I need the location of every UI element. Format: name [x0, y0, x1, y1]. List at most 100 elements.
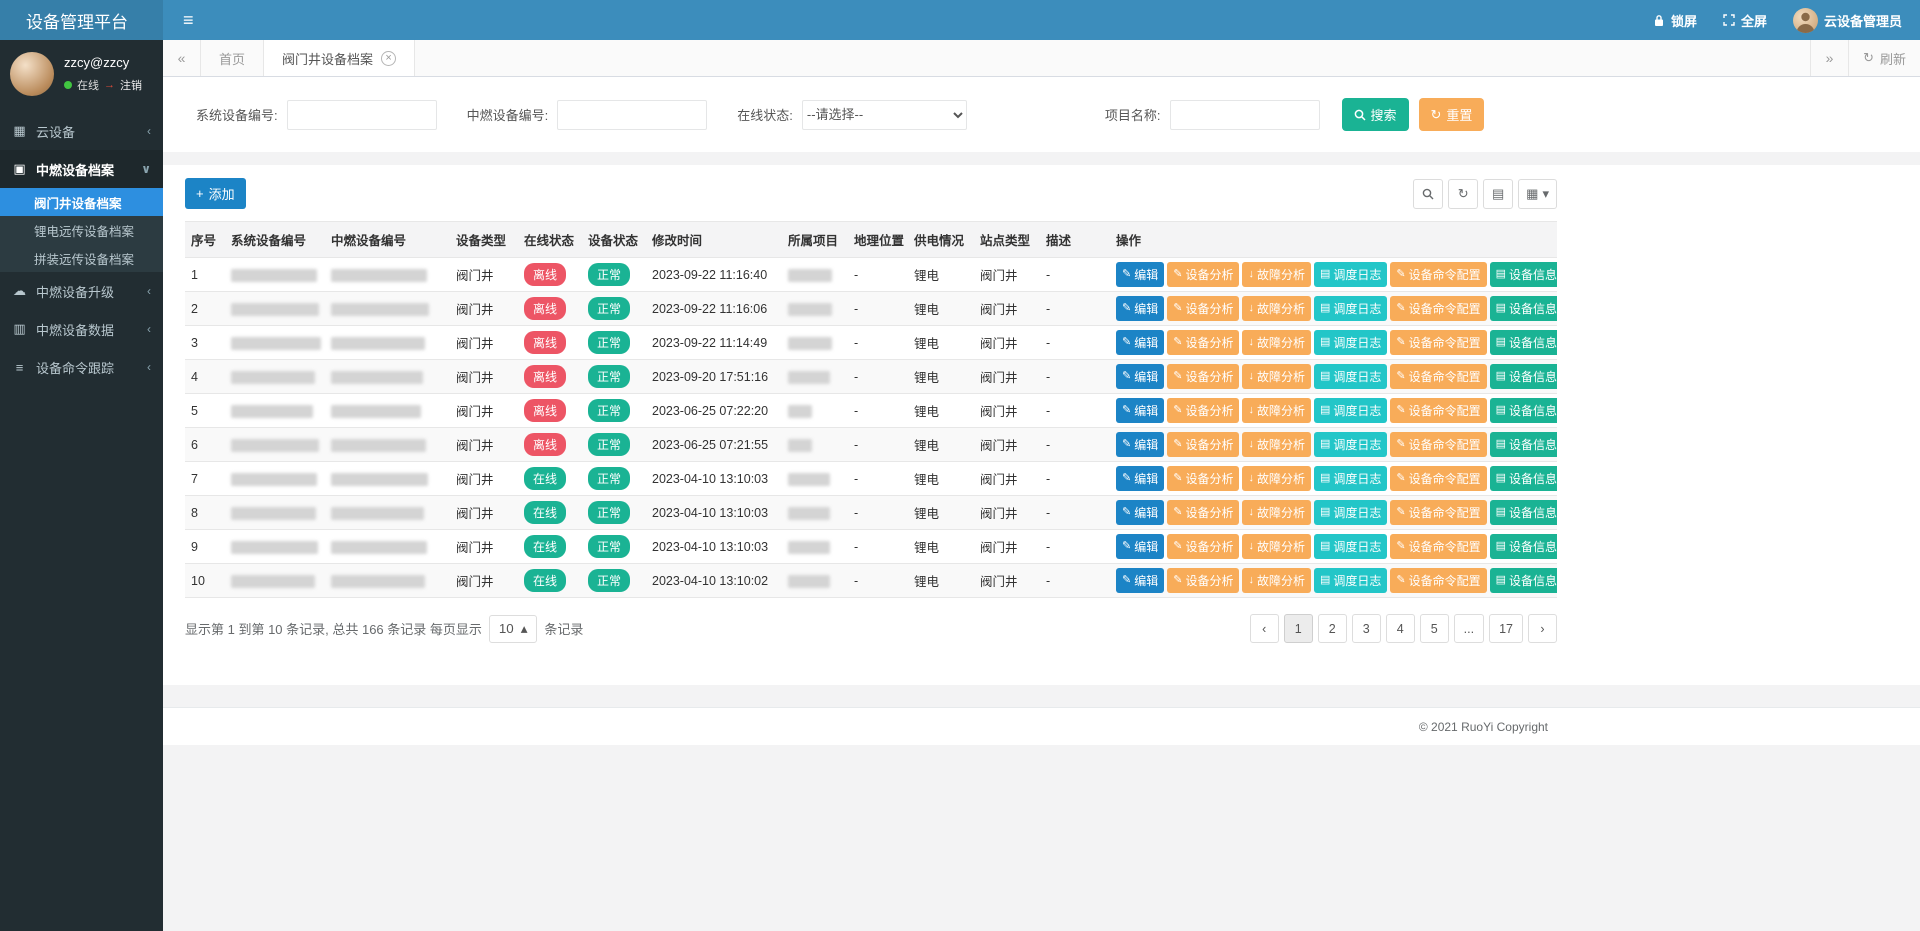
refresh-tab-button[interactable]: ↻ 刷新 [1848, 40, 1920, 76]
device-info-button[interactable]: ▤设备信息 [1490, 262, 1557, 287]
page-size-button[interactable]: 10 ▴ [489, 615, 538, 643]
device-command-config-button[interactable]: ✎设备命令配置 [1390, 500, 1486, 525]
device-command-config-button[interactable]: ✎设备命令配置 [1390, 262, 1486, 287]
fault-analysis-button[interactable]: ↓故障分析 [1242, 296, 1311, 321]
device-command-config-button[interactable]: ✎设备命令配置 [1390, 330, 1486, 355]
device-command-config-button[interactable]: ✎设备命令配置 [1390, 466, 1486, 491]
device-command-config-button[interactable]: ✎设备命令配置 [1390, 398, 1486, 423]
toggle-view-button[interactable]: ▤ [1483, 179, 1513, 209]
search-button[interactable]: 搜索 [1342, 98, 1409, 131]
fault-analysis-button[interactable]: ↓故障分析 [1242, 364, 1311, 389]
device-info-button[interactable]: ▤设备信息 [1490, 534, 1557, 559]
dispatch-log-button[interactable]: ▤调度日志 [1314, 500, 1387, 525]
sidebar-item[interactable]: ▣中燃设备档案∨ [0, 150, 163, 188]
prev-page-button[interactable]: ‹ [1250, 614, 1279, 643]
fault-analysis-button[interactable]: ↓故障分析 [1242, 432, 1311, 457]
device-analysis-button[interactable]: ✎设备分析 [1167, 534, 1239, 559]
tab-home[interactable]: 首页 [201, 40, 264, 76]
sidebar-item[interactable]: ▦云设备‹ [0, 112, 163, 150]
sidebar-item[interactable]: ▥中燃设备数据‹ [0, 310, 163, 348]
dispatch-log-button[interactable]: ▤调度日志 [1314, 568, 1387, 593]
cn-device-id-input[interactable] [557, 100, 707, 130]
edit-button[interactable]: ✎编辑 [1116, 432, 1164, 457]
fault-analysis-button[interactable]: ↓故障分析 [1242, 262, 1311, 287]
search-toggle-button[interactable] [1413, 179, 1443, 209]
dispatch-log-button[interactable]: ▤调度日志 [1314, 296, 1387, 321]
sidebar-item[interactable]: ☁中燃设备升级‹ [0, 272, 163, 310]
device-info-button[interactable]: ▤设备信息 [1490, 330, 1557, 355]
logout-link[interactable]: 注销 [120, 77, 142, 93]
device-analysis-button[interactable]: ✎设备分析 [1167, 296, 1239, 321]
tab-valve-well-archive[interactable]: 阀门井设备档案 × [264, 40, 415, 76]
columns-button[interactable]: ▦ ▾ [1518, 179, 1557, 209]
system-device-id-input[interactable] [287, 100, 437, 130]
edit-button[interactable]: ✎编辑 [1116, 364, 1164, 389]
device-info-button[interactable]: ▤设备信息 [1490, 364, 1557, 389]
device-analysis-button[interactable]: ✎设备分析 [1167, 432, 1239, 457]
dispatch-log-button[interactable]: ▤调度日志 [1314, 534, 1387, 559]
sidebar-toggle-icon[interactable]: ≡ [173, 0, 204, 40]
scroll-tabs-right-button[interactable]: » [1810, 40, 1848, 76]
user-menu[interactable]: 云设备管理员 [1793, 8, 1902, 33]
next-page-button[interactable]: › [1528, 614, 1557, 643]
project-name-input[interactable] [1170, 100, 1320, 130]
edit-button[interactable]: ✎编辑 [1116, 568, 1164, 593]
edit-button[interactable]: ✎编辑 [1116, 262, 1164, 287]
page-button[interactable]: 1 [1284, 614, 1313, 643]
fault-analysis-button[interactable]: ↓故障分析 [1242, 330, 1311, 355]
sidebar-subitem[interactable]: 拼装远传设备档案 [0, 244, 163, 272]
device-command-config-button[interactable]: ✎设备命令配置 [1390, 364, 1486, 389]
page-button[interactable]: 5 [1420, 614, 1449, 643]
sidebar-subitem[interactable]: 锂电远传设备档案 [0, 216, 163, 244]
edit-button[interactable]: ✎编辑 [1116, 500, 1164, 525]
scroll-tabs-left-button[interactable]: « [163, 40, 201, 76]
dispatch-log-button[interactable]: ▤调度日志 [1314, 262, 1387, 287]
dispatch-log-button[interactable]: ▤调度日志 [1314, 364, 1387, 389]
device-info-button[interactable]: ▤设备信息 [1490, 466, 1557, 491]
device-info-button[interactable]: ▤设备信息 [1490, 500, 1557, 525]
sidebar-avatar[interactable] [10, 52, 54, 96]
device-info-button[interactable]: ▤设备信息 [1490, 398, 1557, 423]
page-button[interactable]: 4 [1386, 614, 1415, 643]
edit-button[interactable]: ✎编辑 [1116, 398, 1164, 423]
close-tab-icon[interactable]: × [381, 51, 396, 66]
device-analysis-button[interactable]: ✎设备分析 [1167, 364, 1239, 389]
device-command-config-button[interactable]: ✎设备命令配置 [1390, 296, 1486, 321]
device-analysis-button[interactable]: ✎设备分析 [1167, 262, 1239, 287]
reset-button[interactable]: ↻ 重置 [1419, 98, 1485, 131]
sidebar-item[interactable]: ≡设备命令跟踪‹ [0, 348, 163, 386]
fault-analysis-button[interactable]: ↓故障分析 [1242, 568, 1311, 593]
edit-button[interactable]: ✎编辑 [1116, 534, 1164, 559]
device-info-button[interactable]: ▤设备信息 [1490, 432, 1557, 457]
dispatch-log-button[interactable]: ▤调度日志 [1314, 330, 1387, 355]
device-analysis-button[interactable]: ✎设备分析 [1167, 466, 1239, 491]
edit-button[interactable]: ✎编辑 [1116, 330, 1164, 355]
fault-analysis-button[interactable]: ↓故障分析 [1242, 398, 1311, 423]
page-ellipsis[interactable]: ... [1454, 614, 1484, 643]
device-analysis-button[interactable]: ✎设备分析 [1167, 330, 1239, 355]
app-title[interactable]: 设备管理平台 [0, 0, 163, 40]
fault-analysis-button[interactable]: ↓故障分析 [1242, 466, 1311, 491]
page-button[interactable]: 17 [1489, 614, 1523, 643]
device-info-button[interactable]: ▤设备信息 [1490, 568, 1557, 593]
device-command-config-button[interactable]: ✎设备命令配置 [1390, 432, 1486, 457]
fault-analysis-button[interactable]: ↓故障分析 [1242, 534, 1311, 559]
dispatch-log-button[interactable]: ▤调度日志 [1314, 466, 1387, 491]
device-analysis-button[interactable]: ✎设备分析 [1167, 568, 1239, 593]
edit-button[interactable]: ✎编辑 [1116, 296, 1164, 321]
device-command-config-button[interactable]: ✎设备命令配置 [1390, 534, 1486, 559]
page-button[interactable]: 2 [1318, 614, 1347, 643]
online-state-select[interactable]: --请选择-- [802, 100, 967, 130]
page-button[interactable]: 3 [1352, 614, 1381, 643]
edit-button[interactable]: ✎编辑 [1116, 466, 1164, 491]
lock-screen-button[interactable]: 锁屏 [1653, 11, 1697, 30]
refresh-table-button[interactable]: ↻ [1448, 179, 1478, 209]
add-button[interactable]: + 添加 [185, 178, 246, 209]
device-command-config-button[interactable]: ✎设备命令配置 [1390, 568, 1486, 593]
device-analysis-button[interactable]: ✎设备分析 [1167, 398, 1239, 423]
device-info-button[interactable]: ▤设备信息 [1490, 296, 1557, 321]
dispatch-log-button[interactable]: ▤调度日志 [1314, 432, 1387, 457]
sidebar-subitem[interactable]: 阀门井设备档案 [0, 188, 163, 216]
fault-analysis-button[interactable]: ↓故障分析 [1242, 500, 1311, 525]
device-analysis-button[interactable]: ✎设备分析 [1167, 500, 1239, 525]
